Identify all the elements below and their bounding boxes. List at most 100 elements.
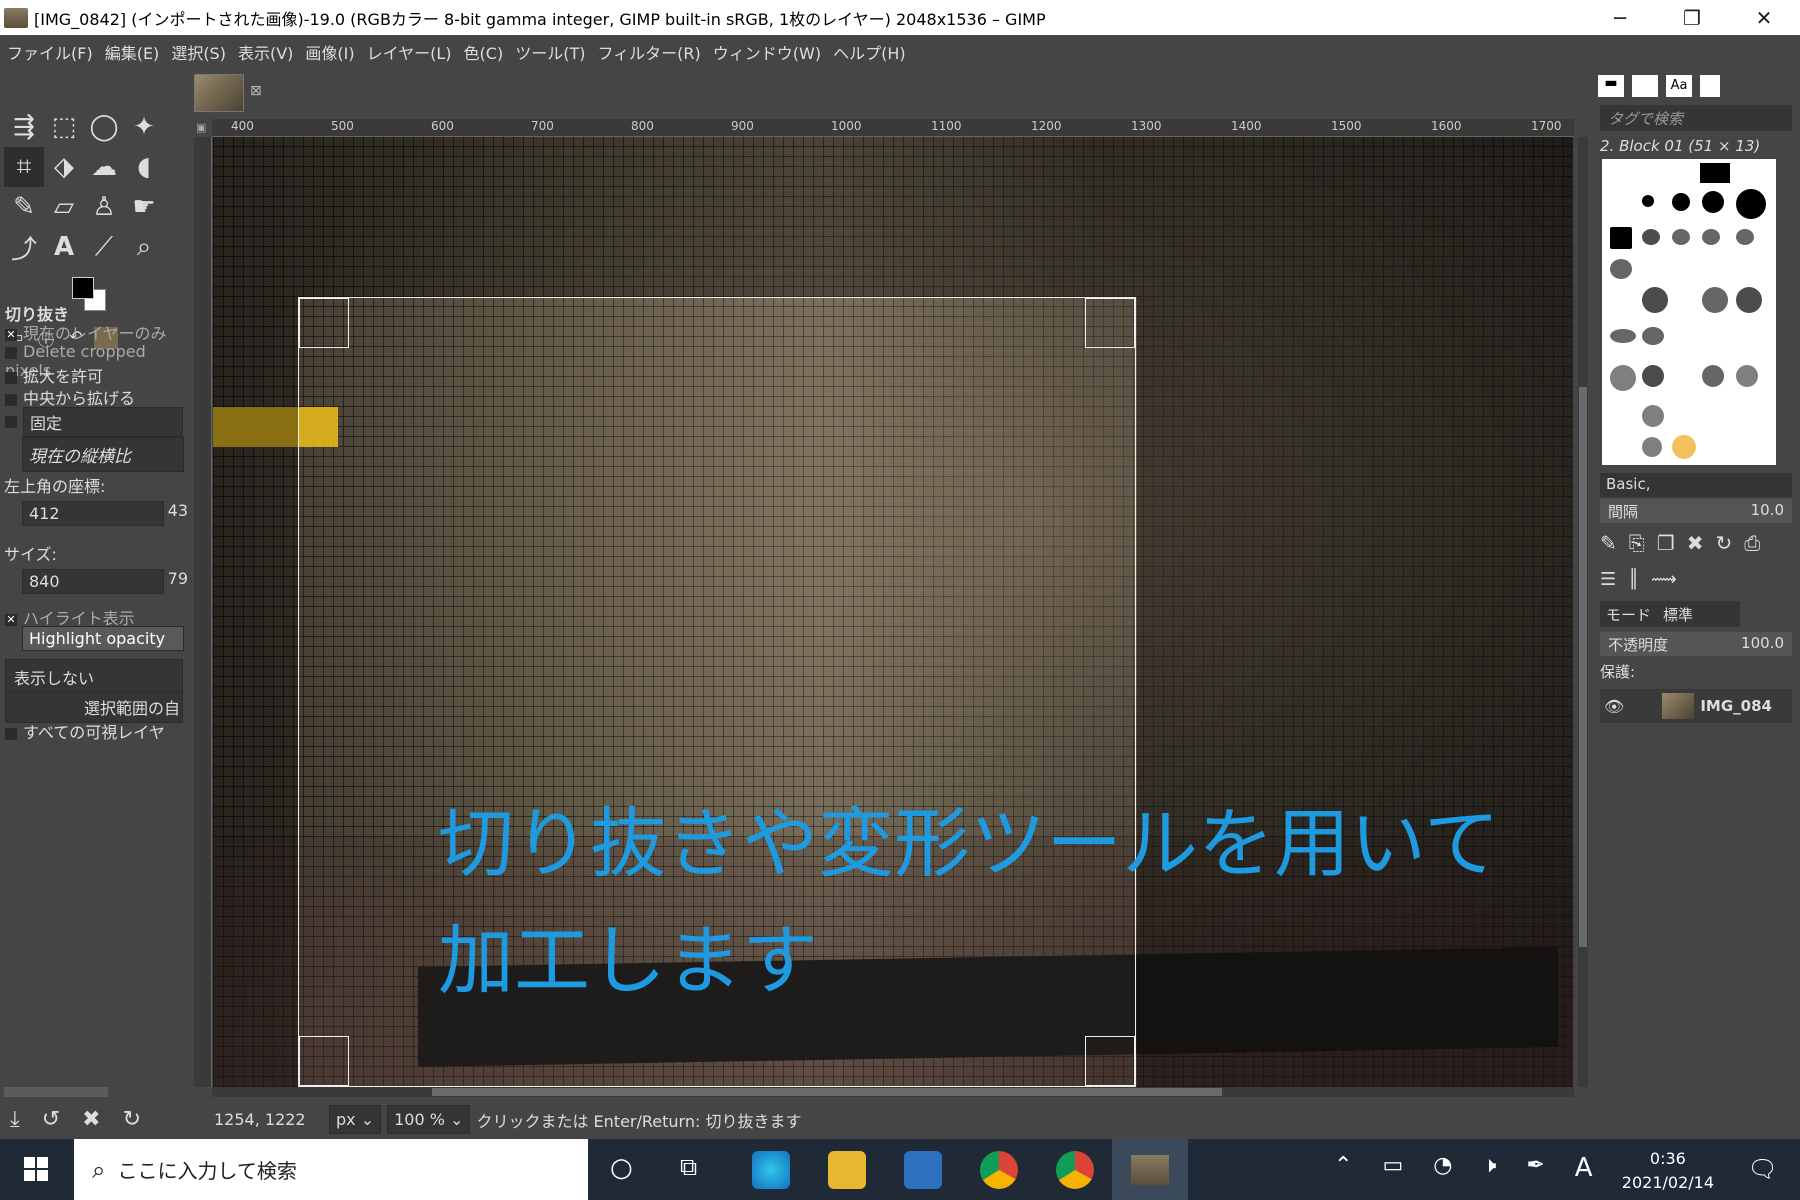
chrome-profile-icon[interactable] [1056, 1151, 1094, 1189]
brush-swatch[interactable] [1736, 189, 1766, 219]
menu-windows[interactable]: ウィンドウ(W) [713, 40, 821, 64]
brush-swatch[interactable] [1610, 329, 1636, 343]
brush-swatch[interactable] [1702, 191, 1724, 213]
notifications-icon[interactable]: 🗨 [1748, 1155, 1778, 1183]
brush-swatch[interactable] [1610, 365, 1636, 391]
all-visible-layers-checkbox[interactable]: すべての可視レイヤ [0, 719, 188, 743]
maximize-button[interactable]: ❐ [1656, 0, 1728, 35]
brush-preset-dropdown[interactable]: Basic, [1600, 473, 1792, 497]
size-width-input[interactable]: 840 [22, 569, 164, 594]
brush-swatch[interactable] [1642, 365, 1664, 387]
channels-tab-icon[interactable]: ║ [1628, 569, 1639, 590]
brush-swatch[interactable] [1672, 435, 1696, 459]
volume-muted-icon[interactable]: 🕨 [1482, 1153, 1496, 1183]
position-x-input[interactable]: 412 [22, 501, 164, 526]
fonts-tab-icon[interactable]: Aa [1666, 75, 1692, 97]
expand-from-center-checkbox[interactable]: 中央から拡げる [0, 385, 188, 409]
taskbar-clock[interactable]: 0:36 2021/02/14 [1622, 1147, 1714, 1195]
horizontal-scrollbar[interactable] [212, 1087, 1574, 1097]
unified-transform-tool-icon[interactable]: ⬗ [44, 147, 84, 187]
brush-as-image-icon[interactable]: ⎙ [1744, 531, 1760, 555]
menu-tools[interactable]: ツール(T) [515, 40, 585, 64]
highlight-opacity-slider[interactable]: Highlight opacity [22, 626, 184, 651]
size-height-input[interactable]: 79 [168, 569, 188, 594]
brush-swatch[interactable] [1642, 195, 1654, 207]
start-button[interactable] [24, 1157, 48, 1181]
menu-filters[interactable]: フィルター(R) [597, 40, 700, 64]
file-explorer-icon[interactable] [828, 1151, 866, 1189]
brush-swatch[interactable] [1736, 287, 1762, 313]
fixed-label[interactable]: 固定 [23, 407, 183, 437]
vertical-ruler[interactable] [194, 137, 212, 1087]
eraser-tool-icon[interactable]: ▱ [44, 187, 84, 227]
zoom-dropdown[interactable]: 100 % ⌄ [387, 1105, 471, 1134]
wifi-icon[interactable]: ◔ [1433, 1153, 1452, 1183]
menu-select[interactable]: 選択(S) [171, 40, 226, 64]
minimize-button[interactable]: ─ [1584, 0, 1656, 35]
chrome-icon[interactable] [980, 1151, 1018, 1189]
pen-icon[interactable]: ✒ [1526, 1153, 1544, 1183]
delete-brush-icon[interactable]: ✖ [1687, 531, 1704, 555]
spacing-slider[interactable]: 間隔 10.0 [1600, 499, 1792, 523]
task-view-icon[interactable]: ⧉ [680, 1153, 697, 1181]
brush-swatch[interactable] [1702, 287, 1728, 313]
warp-transform-tool-icon[interactable]: ☁ [84, 147, 124, 187]
crop-handle-top-right[interactable] [1085, 298, 1135, 348]
brush-swatch[interactable] [1736, 365, 1758, 387]
close-button[interactable]: ✕ [1728, 0, 1800, 35]
battery-icon[interactable]: ▭ [1382, 1153, 1403, 1183]
aspect-mode-dropdown[interactable]: 現在の縦横比 [22, 437, 184, 472]
zoom-tool-icon[interactable]: ⌕ [124, 227, 164, 267]
foreground-color-swatch[interactable] [72, 277, 94, 299]
bucket-fill-tool-icon[interactable]: ◖ [124, 147, 164, 187]
fuzzy-select-tool-icon[interactable]: ✦ [124, 107, 164, 147]
smudge-tool-icon[interactable]: ☛ [124, 187, 164, 227]
edit-brush-icon[interactable]: ✎ [1600, 531, 1617, 555]
layer-mode-dropdown[interactable]: モード 標準 [1600, 601, 1740, 627]
fixed-checkbox[interactable] [5, 416, 17, 428]
reset-options-icon[interactable]: ↻ [123, 1107, 141, 1132]
menu-file[interactable]: ファイル(F) [7, 40, 93, 64]
layers-tab-icon[interactable]: ☰ [1600, 569, 1616, 590]
brush-swatch[interactable] [1642, 437, 1662, 457]
quick-mask-icon[interactable]: ▣ [196, 121, 206, 134]
brush-swatch[interactable] [1642, 287, 1668, 313]
move-tool-icon[interactable]: ⇶ [4, 107, 44, 147]
text-tool-icon[interactable]: A [44, 227, 84, 267]
ime-indicator[interactable]: A [1575, 1153, 1593, 1183]
toolbox-scrollbar[interactable] [4, 1087, 108, 1097]
edge-icon[interactable] [752, 1151, 790, 1189]
menu-colors[interactable]: 色(C) [464, 40, 504, 64]
image-canvas[interactable]: 切り抜きや変形ツールを用いて 加工します [213, 137, 1573, 1087]
menu-layer[interactable]: レイヤー(L) [367, 40, 452, 64]
layer-row[interactable]: 👁 IMG_084 [1600, 689, 1792, 723]
tag-search-input[interactable]: タグで検索 [1600, 105, 1792, 131]
visibility-eye-icon[interactable]: 👁 [1604, 697, 1624, 716]
brush-swatch[interactable] [1642, 327, 1664, 345]
horizontal-ruler[interactable]: 400 500 600 700 800 900 1000 1100 1200 1… [212, 119, 1574, 137]
opacity-slider[interactable]: 不透明度 100.0 [1600, 632, 1792, 656]
brush-swatch[interactable] [1642, 229, 1660, 245]
vertical-scrollbar-thumb[interactable] [1579, 387, 1587, 947]
document-history-tab-icon[interactable] [1700, 75, 1720, 97]
brush-grid[interactable] [1602, 159, 1776, 465]
refresh-brushes-icon[interactable]: ↻ [1715, 531, 1732, 555]
restore-options-icon[interactable]: ↺ [42, 1107, 60, 1132]
brush-swatch[interactable] [1642, 405, 1664, 427]
menu-image[interactable]: 画像(I) [305, 40, 354, 64]
crop-handle-bottom-right[interactable] [1085, 1036, 1135, 1086]
paths-tab-icon[interactable]: ⟿ [1651, 569, 1677, 590]
cortana-icon[interactable]: ○ [610, 1153, 633, 1183]
show-hidden-icons-icon[interactable]: ⌃ [1334, 1153, 1352, 1183]
unit-dropdown[interactable]: px ⌄ [329, 1105, 382, 1134]
save-options-icon[interactable]: ⤓ [10, 1107, 20, 1132]
app-icon[interactable] [904, 1151, 942, 1189]
horizontal-scrollbar-thumb[interactable] [432, 1088, 1222, 1096]
menu-help[interactable]: ヘルプ(H) [833, 40, 906, 64]
color-picker-tool-icon[interactable]: ⟋ [84, 227, 124, 267]
brush-swatch[interactable] [1702, 229, 1720, 245]
clone-tool-icon[interactable]: ♙ [84, 187, 124, 227]
image-tab-thumbnail[interactable] [194, 74, 244, 112]
position-y-input[interactable]: 43 [168, 501, 188, 526]
free-select-tool-icon[interactable]: ◯ [84, 107, 124, 147]
